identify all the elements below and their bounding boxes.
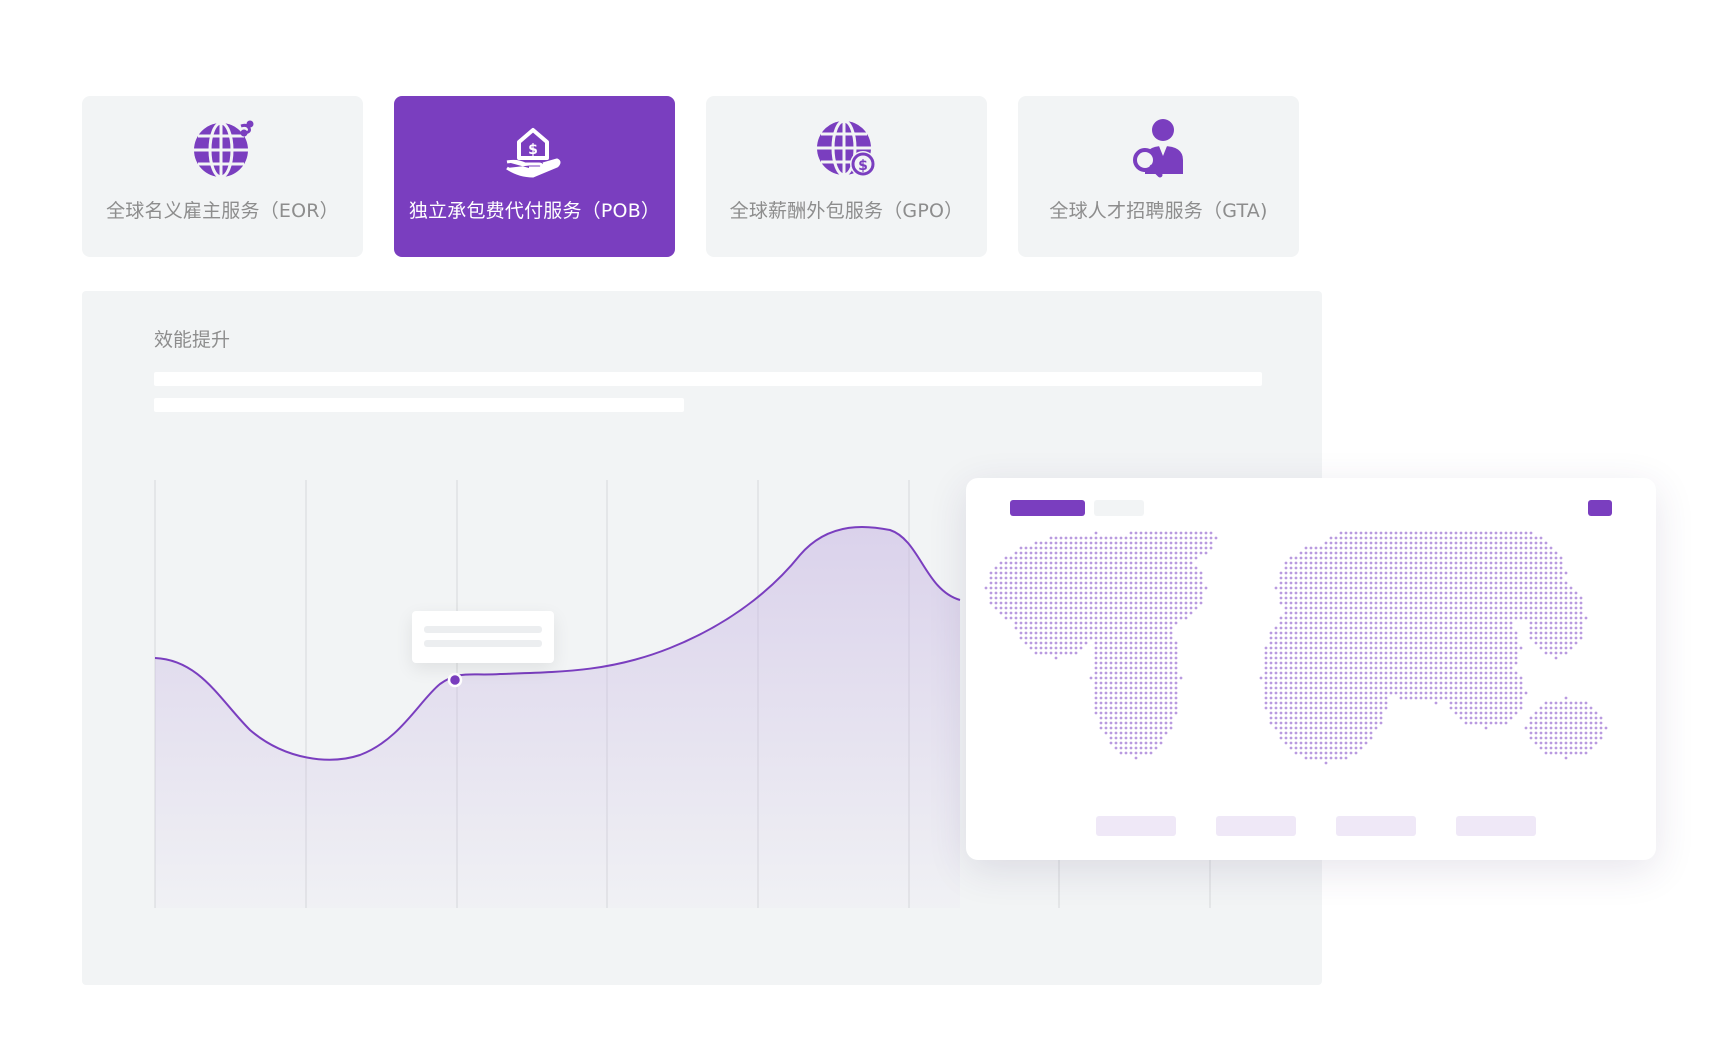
world-map-card xyxy=(966,478,1656,860)
map-legend-pill xyxy=(1216,816,1296,836)
chart-area-fill xyxy=(155,526,960,908)
map-legend-pill xyxy=(1456,816,1536,836)
map-legend-pill xyxy=(1096,816,1176,836)
tooltip-placeholder-line xyxy=(424,626,542,633)
world-map-dotted xyxy=(984,531,1608,765)
chart-point-marker xyxy=(447,672,463,688)
chart-tooltip xyxy=(412,611,554,663)
map-legend-pill xyxy=(1336,816,1416,836)
tooltip-placeholder-line xyxy=(424,640,542,647)
